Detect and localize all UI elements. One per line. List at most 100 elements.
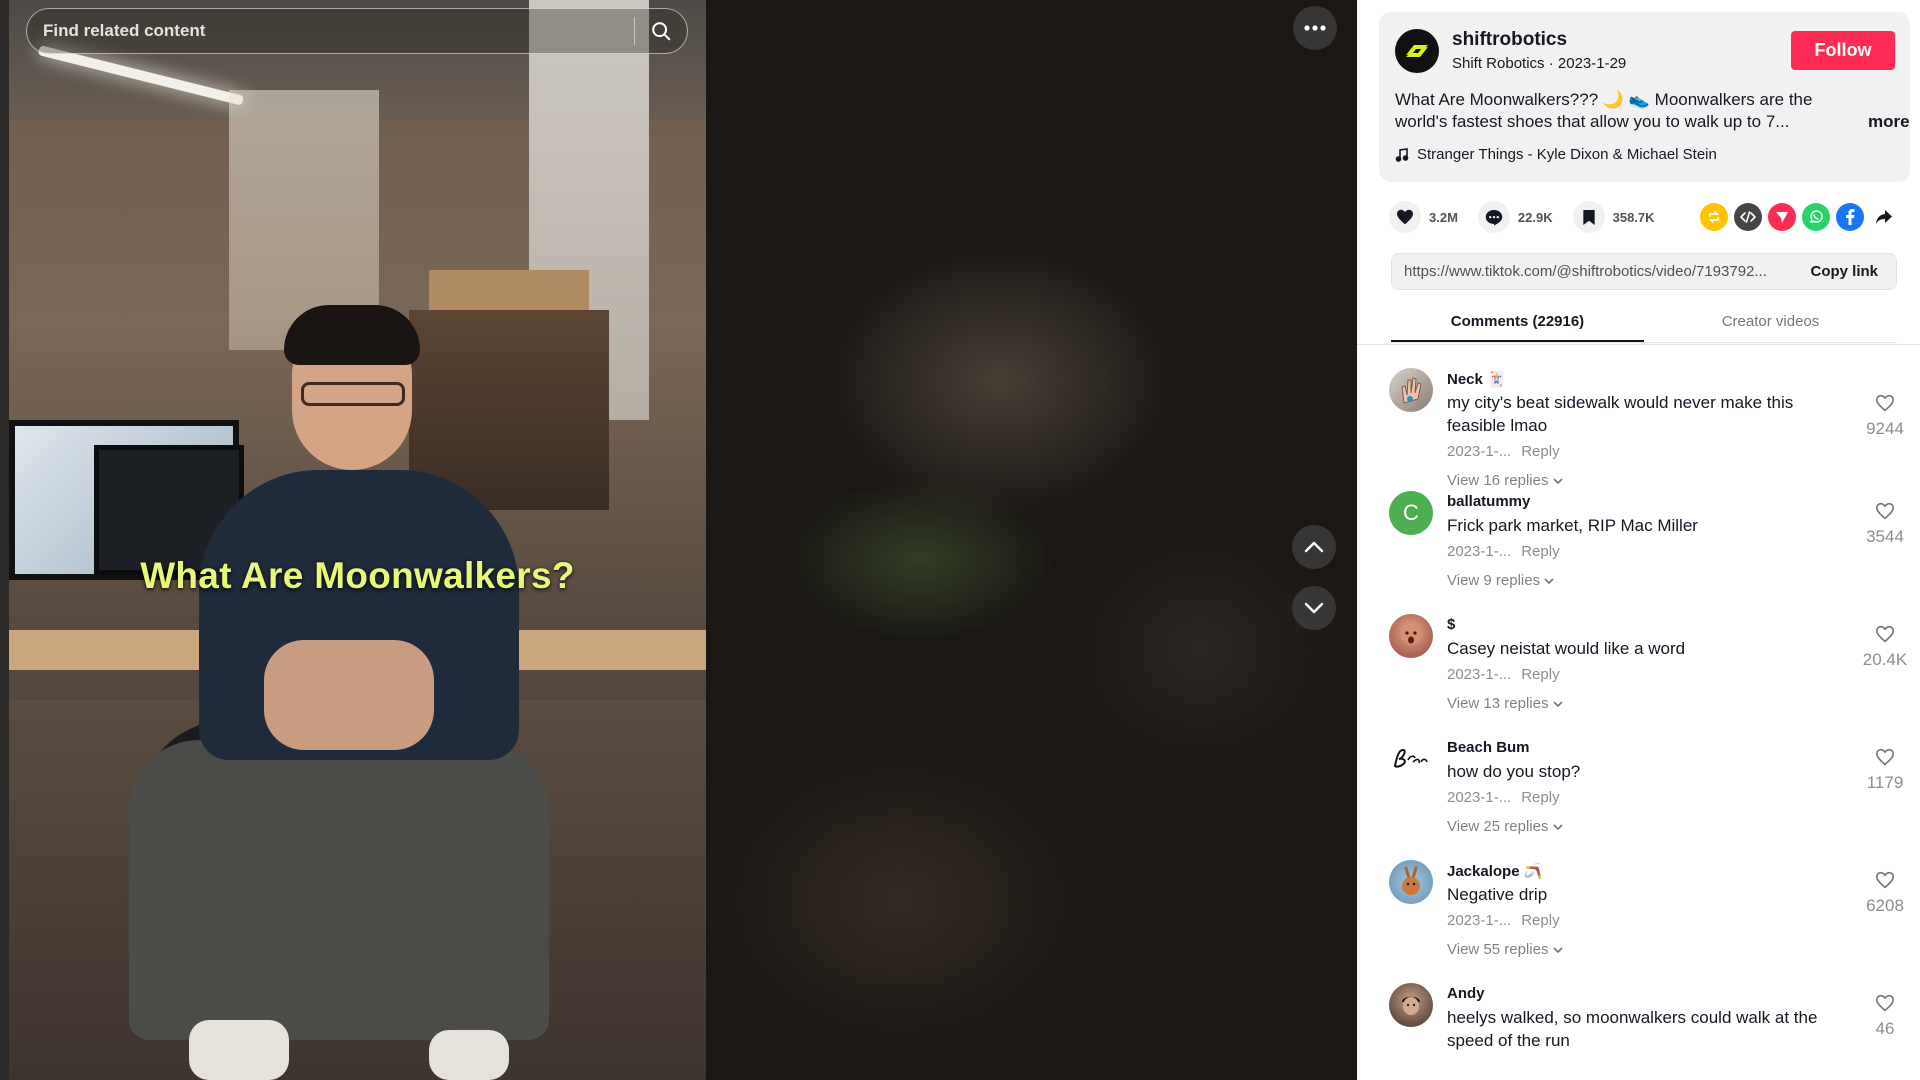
comment-username[interactable]: $ — [1447, 616, 1455, 633]
video-link[interactable]: https://www.tiktok.com/@shiftrobotics/vi… — [1392, 263, 1792, 280]
video-description: What Are Moonwalkers??? 🌙 👟 Moonwalkers … — [1395, 90, 1813, 131]
comment-meta: 2023-1-... Reply — [1447, 912, 1560, 929]
app-root: What Are Moonwalkers? shiftrobotics — [0, 0, 1920, 1080]
reply-button[interactable]: Reply — [1521, 912, 1559, 929]
post-date: 2023-1-29 — [1557, 55, 1627, 72]
author-display-name[interactable]: Shift Robotics — [1452, 55, 1545, 72]
like-button[interactable]: 3.2M — [1389, 201, 1458, 233]
tab-comments[interactable]: Comments (22916) — [1391, 307, 1644, 342]
share-arrow-icon[interactable] — [1870, 203, 1898, 231]
author-username[interactable]: shiftrobotics — [1452, 29, 1567, 51]
comment-username[interactable]: Jackalope 🪃 — [1447, 862, 1542, 880]
search-button[interactable] — [635, 9, 687, 53]
comment-like-button[interactable]: 3544 — [1860, 502, 1910, 547]
comment-item: Jackalope 🪃 Negative drip 2023-1-... Repl… — [1357, 854, 1920, 977]
comment-like-button[interactable]: 9244 — [1860, 394, 1910, 439]
comment-date: 2023-1-... — [1447, 666, 1512, 683]
comment-text: Frick park market, RIP Mac Miller — [1447, 516, 1698, 535]
comment-like-button[interactable]: 1179 — [1860, 748, 1910, 793]
avatar-face-icon — [1402, 996, 1420, 1015]
repost-icon[interactable] — [1700, 203, 1728, 231]
heart-icon — [1397, 209, 1413, 225]
whatsapp-icon[interactable] — [1802, 203, 1830, 231]
actions-row: 3.2M 22.9K 358.7K — [1389, 200, 1675, 234]
search-bar — [26, 8, 688, 54]
heart-outline-icon — [1875, 994, 1895, 1012]
comment-item: C ballatummy Frick park market, RIP Mac … — [1357, 485, 1920, 608]
video-player[interactable]: What Are Moonwalkers? — [9, 0, 706, 1080]
comment-username[interactable]: ballatummy — [1447, 493, 1530, 510]
comment-like-button[interactable]: 6208 — [1860, 871, 1910, 916]
video-area: What Are Moonwalkers? — [0, 0, 1357, 1080]
details-panel: shiftrobotics Shift Robotics · 2023-1-29… — [1357, 0, 1920, 1080]
copy-link-button[interactable]: Copy link — [1792, 263, 1896, 280]
reply-button[interactable]: Reply — [1521, 543, 1559, 560]
music-note-icon — [1395, 147, 1409, 162]
comment-username[interactable]: Andy — [1447, 985, 1485, 1002]
comment-date: 2023-1-... — [1447, 912, 1512, 929]
more-options-button[interactable] — [1293, 6, 1337, 50]
previous-video-button[interactable] — [1292, 525, 1336, 569]
avatar[interactable] — [1389, 614, 1433, 658]
avatar[interactable] — [1389, 737, 1433, 781]
view-replies-button[interactable]: View 55 replies — [1447, 941, 1563, 958]
more-link[interactable]: more — [1868, 112, 1910, 132]
view-replies-button[interactable]: View 13 replies — [1447, 695, 1563, 712]
music-info[interactable]: Stranger Things - Kyle Dixon & Michael S… — [1395, 146, 1717, 163]
avatar[interactable] — [1389, 368, 1433, 412]
comment-like-count: 6208 — [1866, 896, 1904, 915]
search-input[interactable] — [27, 9, 634, 53]
divider — [1357, 344, 1920, 345]
reply-button[interactable]: Reply — [1521, 666, 1559, 683]
heart-outline-icon — [1875, 748, 1895, 766]
shift-logo-icon — [1406, 45, 1428, 57]
comment-like-count: 46 — [1875, 1019, 1895, 1038]
comment-icon — [1485, 209, 1503, 225]
comment-date: 2023-1-... — [1447, 443, 1512, 460]
music-title: Stranger Things - Kyle Dixon & Michael S… — [1417, 146, 1717, 163]
reply-button[interactable]: Reply — [1521, 443, 1559, 460]
comment-like-button[interactable]: 20.4K — [1860, 625, 1910, 670]
view-replies-button[interactable]: View 25 replies — [1447, 818, 1563, 835]
comment-like-count: 3544 — [1866, 527, 1904, 546]
author-avatar[interactable] — [1395, 29, 1439, 73]
send-icon[interactable] — [1768, 203, 1796, 231]
chevron-down-icon — [1553, 824, 1563, 831]
like-count: 3.2M — [1429, 209, 1458, 225]
avatar[interactable]: C — [1389, 491, 1433, 535]
heart-outline-icon — [1875, 625, 1895, 643]
comment-like-button[interactable]: 46 — [1860, 994, 1910, 1039]
comment-text: how do you stop? — [1447, 762, 1581, 781]
follow-button[interactable]: Follow — [1791, 31, 1895, 70]
bookmark-icon — [1582, 209, 1595, 225]
embed-icon[interactable] — [1734, 203, 1762, 231]
next-video-button[interactable] — [1292, 586, 1336, 630]
separator-dot: · — [1548, 55, 1558, 72]
avatar[interactable] — [1389, 983, 1433, 1027]
view-replies-label: View 9 replies — [1447, 572, 1541, 589]
comment-username[interactable]: Beach Bum — [1447, 739, 1530, 756]
heart-outline-icon — [1875, 394, 1895, 412]
save-button[interactable]: 358.7K — [1572, 201, 1655, 233]
facebook-icon[interactable] — [1836, 203, 1864, 231]
reply-button[interactable]: Reply — [1521, 789, 1559, 806]
comment-meta: 2023-1-... Reply — [1447, 543, 1560, 560]
comment-count: 22.9K — [1517, 209, 1553, 225]
avatar-face-icon — [1401, 625, 1421, 645]
avatar[interactable] — [1389, 860, 1433, 904]
chevron-down-icon — [1553, 701, 1563, 708]
tab-creator-videos[interactable]: Creator videos — [1644, 307, 1897, 342]
comment-list: Neck 🃏 my city's beat sidewalk would nev… — [1357, 362, 1920, 1080]
chevron-down-icon — [1544, 578, 1554, 585]
left-edge-strip — [0, 0, 9, 1080]
comment-button[interactable]: 22.9K — [1477, 201, 1553, 233]
comment-item: $ Casey neistat would like a word 2023-1… — [1357, 608, 1920, 731]
comment-like-count: 1179 — [1866, 773, 1904, 792]
save-count: 358.7K — [1612, 209, 1655, 225]
comment-date: 2023-1-... — [1447, 789, 1512, 806]
view-replies-button[interactable]: View 9 replies — [1447, 572, 1554, 589]
view-replies-label: View 25 replies — [1447, 818, 1549, 835]
comment-meta: 2023-1-... Reply — [1447, 443, 1560, 460]
comment-date: 2023-1-... — [1447, 543, 1512, 560]
comment-username[interactable]: Neck 🃏 — [1447, 370, 1506, 388]
